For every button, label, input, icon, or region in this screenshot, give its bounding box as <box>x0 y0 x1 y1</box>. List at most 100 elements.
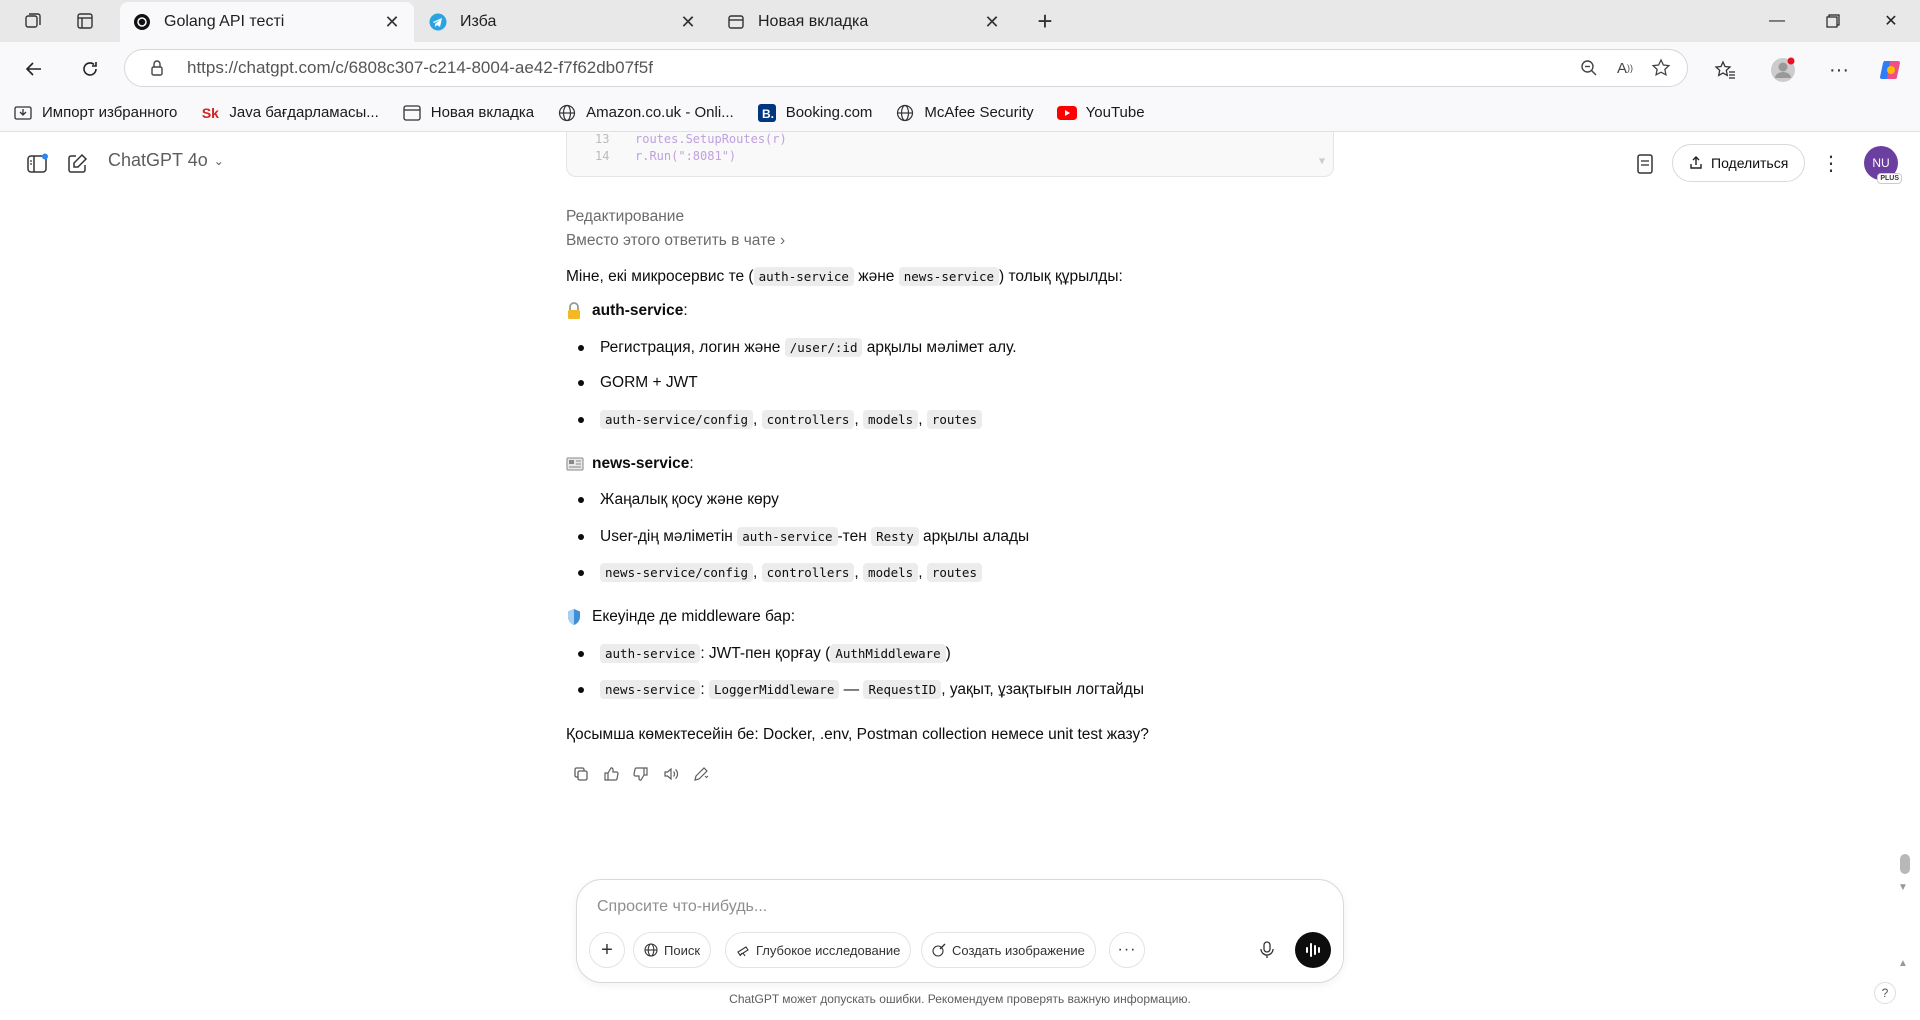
close-icon[interactable]: ✕ <box>678 12 698 32</box>
list-item: news-service: LoggerMiddleware — Request… <box>578 680 1144 699</box>
favorites-icon[interactable] <box>1708 53 1742 87</box>
globe-icon <box>556 103 578 123</box>
microphone-icon[interactable] <box>1249 932 1285 968</box>
url-field[interactable]: https://chatgpt.com/c/6808c307-c214-8004… <box>124 49 1688 87</box>
telescope-icon <box>736 943 750 957</box>
globe-icon <box>894 103 916 123</box>
reply-in-chat-link[interactable]: Вместо этого ответить в чате › <box>566 230 1346 252</box>
copilot-icon[interactable] <box>1874 53 1908 87</box>
voice-mode-button[interactable] <box>1295 932 1331 968</box>
list-item: User-дің мәліметін auth-service -тен Rest… <box>578 527 1029 546</box>
prompt-input[interactable]: Спросите что-нибудь... <box>597 898 767 916</box>
chatgpt-app: 13 routes.SetupRoutes(r) 14 r.Run(":8081")… <box>0 132 1920 1020</box>
message-actions <box>566 760 716 788</box>
profile-icon[interactable] <box>1766 53 1800 87</box>
zoom-icon[interactable] <box>1571 50 1607 86</box>
list-item: Жаңалық қосу және көру <box>578 491 779 509</box>
thumbs-down-icon[interactable] <box>626 760 656 788</box>
ellipsis-icon: ··· <box>1117 941 1137 958</box>
newspaper-icon <box>566 456 586 472</box>
tab-telegram[interactable]: Изба ✕ <box>416 2 710 42</box>
browser-tab-bar: Golang API тесті ✕ Изба ✕ Новая вкладка … <box>0 0 1920 42</box>
favorite-youtube[interactable]: YouTube <box>1056 103 1145 123</box>
scrollbar-thumb[interactable] <box>1900 854 1910 874</box>
intro-paragraph: Міне, екі микросервис те (auth-service ж… <box>566 267 1123 286</box>
url-text: https://chatgpt.com/c/6808c307-c214-8004… <box>187 58 653 77</box>
thumbs-up-icon[interactable] <box>596 760 626 788</box>
sidebar-toggle-icon[interactable] <box>20 147 54 181</box>
workspaces-icon[interactable] <box>18 8 48 34</box>
image-brush-icon <box>932 943 946 957</box>
tab-icon <box>401 103 423 123</box>
news-heading: news-service: <box>566 455 694 473</box>
read-aloud-icon[interactable] <box>656 760 686 788</box>
tab-new[interactable]: Новая вкладка ✕ <box>714 2 1014 42</box>
favorites-bar: Импорт избранного Sk Java бағдарламасы..… <box>0 94 1920 132</box>
model-selector[interactable]: ChatGPT 4o ⌄ <box>108 150 224 171</box>
new-tab-button[interactable]: + <box>1030 6 1060 36</box>
auth-heading: auth-service: <box>566 302 688 320</box>
list-item: news-service/config, controllers, models… <box>578 563 982 582</box>
deep-research-button[interactable]: Глубокое исследование <box>725 932 912 968</box>
scroll-down-icon[interactable]: ▼ <box>1898 882 1908 893</box>
window-close-button[interactable]: ✕ <box>1866 6 1916 36</box>
favorite-import[interactable]: Импорт избранного <box>12 103 177 123</box>
help-button[interactable]: ? <box>1874 982 1896 1004</box>
canvas-icon[interactable] <box>1628 147 1662 181</box>
favorite-java[interactable]: Sk Java бағдарламасы... <box>199 103 379 123</box>
shield-icon <box>566 608 586 626</box>
read-aloud-icon[interactable]: A)) <box>1607 50 1643 86</box>
favorite-booking[interactable]: B. Booking.com <box>756 103 872 123</box>
globe-icon <box>644 943 658 957</box>
list-item: GORM + JWT <box>578 374 698 392</box>
edit-canvas-icon[interactable] <box>686 760 716 788</box>
tab-actions-icon[interactable] <box>70 8 100 34</box>
favorite-mcafee[interactable]: McAfee Security <box>894 103 1034 123</box>
svg-text:B.: B. <box>762 107 774 121</box>
favorite-new-tab[interactable]: Новая вкладка <box>401 103 534 123</box>
composer: Спросите что-нибудь... + Поиск Глубокое … <box>576 879 1344 983</box>
address-bar-row: https://chatgpt.com/c/6808c307-c214-8004… <box>0 42 1920 94</box>
app-header: ChatGPT 4o ⌄ Поделиться ⋮ NU PLUS <box>0 132 1920 194</box>
close-icon[interactable]: ✕ <box>982 12 1002 32</box>
plus-icon: + <box>601 938 613 961</box>
list-item: Регистрация, логин және /user/:id арқылы… <box>578 338 1017 357</box>
more-options-icon[interactable]: ⋮ <box>1814 147 1848 181</box>
more-icon[interactable]: ··· <box>1822 53 1856 87</box>
site-info-icon[interactable] <box>137 49 177 87</box>
tab-title: Изба <box>460 13 497 30</box>
import-icon <box>12 103 34 123</box>
youtube-icon <box>1056 103 1078 123</box>
create-image-button[interactable]: Создать изображение <box>921 932 1096 968</box>
closing-paragraph: Қосымша көмектесейін бе: Docker, .env, P… <box>566 726 1149 743</box>
list-item: auth-service/config, controllers, models… <box>578 410 982 429</box>
chevron-right-icon: › <box>779 232 786 249</box>
restore-button[interactable] <box>1808 6 1858 36</box>
copy-icon[interactable] <box>566 760 596 788</box>
attach-button[interactable]: + <box>589 932 625 968</box>
tab-icon <box>726 12 746 32</box>
share-button[interactable]: Поделиться <box>1672 144 1806 182</box>
avatar[interactable]: NU PLUS <box>1864 146 1902 184</box>
more-tools-button[interactable]: ··· <box>1109 932 1145 968</box>
edit-label: Редактирование <box>566 208 685 225</box>
lock-icon <box>566 302 586 320</box>
favorite-amazon[interactable]: Amazon.co.uk - Onli... <box>556 103 734 123</box>
search-button[interactable]: Поиск <box>633 932 712 968</box>
star-icon[interactable] <box>1643 50 1679 86</box>
close-icon[interactable]: ✕ <box>382 12 402 32</box>
tab-golang-api[interactable]: Golang API тесті ✕ <box>120 2 414 42</box>
tab-title: Golang API тесті <box>164 13 285 30</box>
refresh-icon[interactable] <box>74 53 106 85</box>
tab-title: Новая вкладка <box>758 13 869 30</box>
list-item: auth-service: JWT-пен қорғау (AuthMiddle… <box>578 644 951 663</box>
disclaimer: ChatGPT может допускать ошибки. Рекоменд… <box>729 992 1191 1006</box>
share-icon <box>1689 156 1703 170</box>
new-chat-icon[interactable] <box>60 147 94 181</box>
minimize-button[interactable]: — <box>1752 6 1802 36</box>
back-icon[interactable] <box>18 53 50 85</box>
openai-icon <box>132 12 152 32</box>
scroll-up-icon[interactable]: ▲ <box>1898 958 1908 969</box>
plan-badge: PLUS <box>1877 173 1902 184</box>
waveform-icon <box>1306 943 1320 957</box>
